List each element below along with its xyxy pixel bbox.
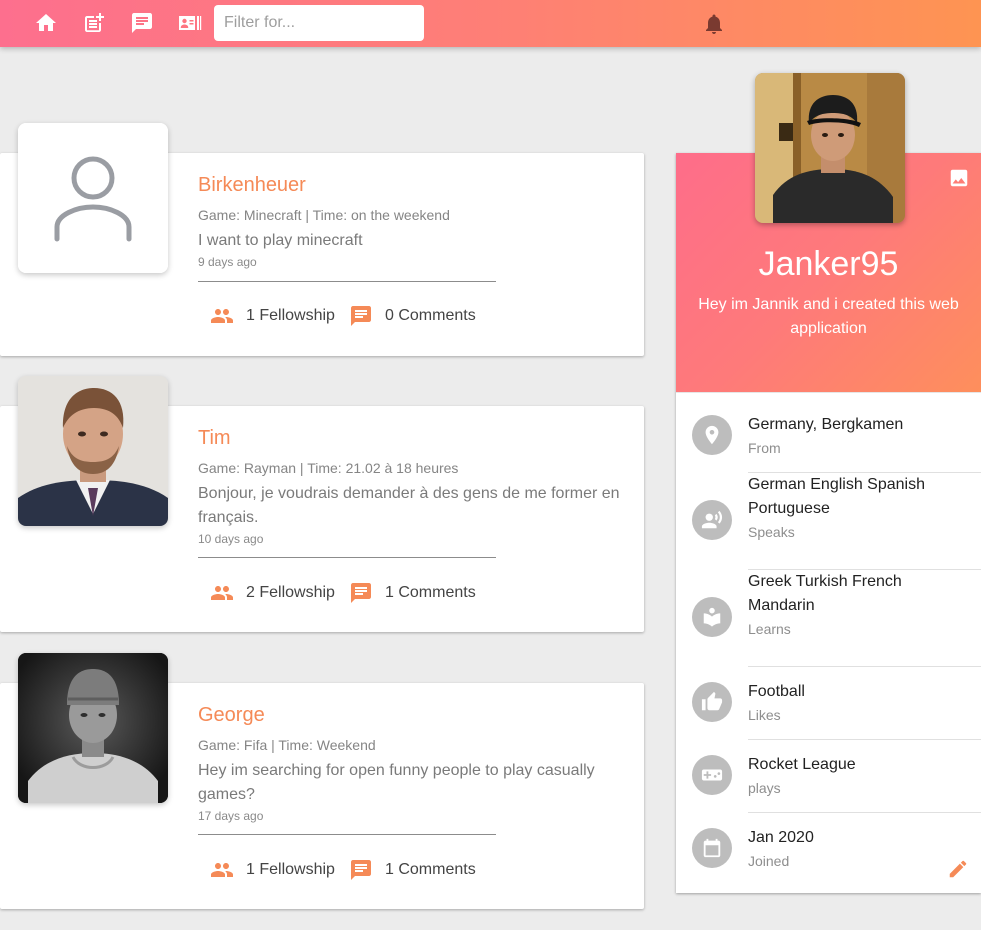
contacts-icon[interactable]: [178, 11, 202, 35]
home-icon[interactable]: [34, 11, 58, 35]
user-photo: [18, 653, 168, 803]
post-avatar[interactable]: [18, 653, 168, 803]
fellowship-count: 1 Fellowship: [246, 861, 335, 878]
profile-item-title: Rocket League: [748, 756, 856, 773]
comments-button[interactable]: 1 Comments: [349, 858, 476, 882]
post-time-ago: 10 days ago: [198, 532, 264, 546]
fellowship-button[interactable]: 2 Fellowship: [210, 581, 335, 605]
location-pin-icon: [692, 415, 732, 455]
post-text: I want to play minecraft: [198, 232, 363, 249]
post-game-time: Game: Fifa | Time: Weekend: [198, 737, 376, 753]
post-divider: [198, 834, 496, 835]
profile-avatar[interactable]: [755, 73, 905, 223]
post-divider: [198, 557, 496, 558]
profile-item-title: Greek Turkish French Mandarin: [748, 573, 902, 614]
comment-icon: [351, 860, 371, 880]
user-photo: [755, 73, 905, 223]
comment-icon: [351, 306, 371, 326]
profile-item-title: Jan 2020: [748, 829, 814, 846]
user-photo: [18, 376, 168, 526]
post-avatar[interactable]: [18, 123, 168, 273]
notification-bell-icon[interactable]: [702, 12, 726, 36]
post-text: Hey im searching for open funny people t…: [198, 762, 595, 803]
comment-icon: [351, 583, 371, 603]
post-time-ago: 9 days ago: [198, 255, 257, 269]
people-icon: [211, 586, 233, 600]
comments-count: 1 Comments: [385, 584, 476, 601]
profile-item-title: Football: [748, 683, 805, 700]
profile-username: Janker95: [758, 245, 899, 283]
edit-pencil-icon[interactable]: [947, 858, 969, 880]
fellowship-button[interactable]: 1 Fellowship: [210, 858, 335, 882]
calendar-icon: [692, 828, 732, 868]
comments-button[interactable]: 0 Comments: [349, 304, 476, 328]
divider: [748, 739, 981, 740]
record-voice-icon: [692, 500, 732, 540]
top-navbar: [0, 0, 981, 47]
image-icon[interactable]: [948, 167, 970, 189]
post-time-ago: 17 days ago: [198, 809, 264, 823]
post-author-name[interactable]: Tim: [198, 427, 231, 450]
chat-icon[interactable]: [130, 11, 154, 35]
fellowship-button[interactable]: 1 Fellowship: [210, 304, 335, 328]
fellowship-count: 2 Fellowship: [246, 584, 335, 601]
post-add-icon[interactable]: [82, 11, 106, 35]
comments-count: 1 Comments: [385, 861, 476, 878]
post-avatar[interactable]: [18, 376, 168, 526]
profile-bio: Hey im Jannik and i created this web app…: [698, 296, 959, 337]
gamepad-icon: [692, 755, 732, 795]
post-author-name[interactable]: Birkenheuer: [198, 174, 306, 197]
profile-item-label: Speaks: [748, 524, 795, 540]
divider: [748, 666, 981, 667]
comments-count: 0 Comments: [385, 307, 476, 324]
comments-button[interactable]: 1 Comments: [349, 581, 476, 605]
divider: [748, 812, 981, 813]
people-icon: [211, 863, 233, 877]
post-text: Bonjour, je voudrais demander à des gens…: [198, 485, 620, 526]
divider: [676, 392, 981, 393]
post-divider: [198, 281, 496, 282]
profile-item-label: Joined: [748, 853, 790, 869]
post-game-time: Game: Rayman | Time: 21.02 à 18 heures: [198, 460, 459, 476]
default-person-icon: [18, 123, 168, 273]
people-icon: [211, 309, 233, 323]
fellowship-count: 1 Fellowship: [246, 307, 335, 324]
profile-item-label: From: [748, 440, 781, 456]
profile-panel: Janker95 Hey im Jannik and i created thi…: [676, 153, 981, 893]
profile-item-title: German English Spanish Portuguese: [748, 476, 925, 517]
thumb-up-icon: [692, 682, 732, 722]
profile-item-title: Germany, Bergkamen: [748, 416, 904, 433]
profile-item-label: plays: [748, 780, 781, 796]
profile-item-label: Likes: [748, 707, 781, 723]
filter-input[interactable]: [214, 5, 424, 41]
local-library-icon: [692, 597, 732, 637]
profile-item-label: Learns: [748, 621, 791, 637]
post-game-time: Game: Minecraft | Time: on the weekend: [198, 207, 450, 223]
post-author-name[interactable]: George: [198, 704, 265, 727]
